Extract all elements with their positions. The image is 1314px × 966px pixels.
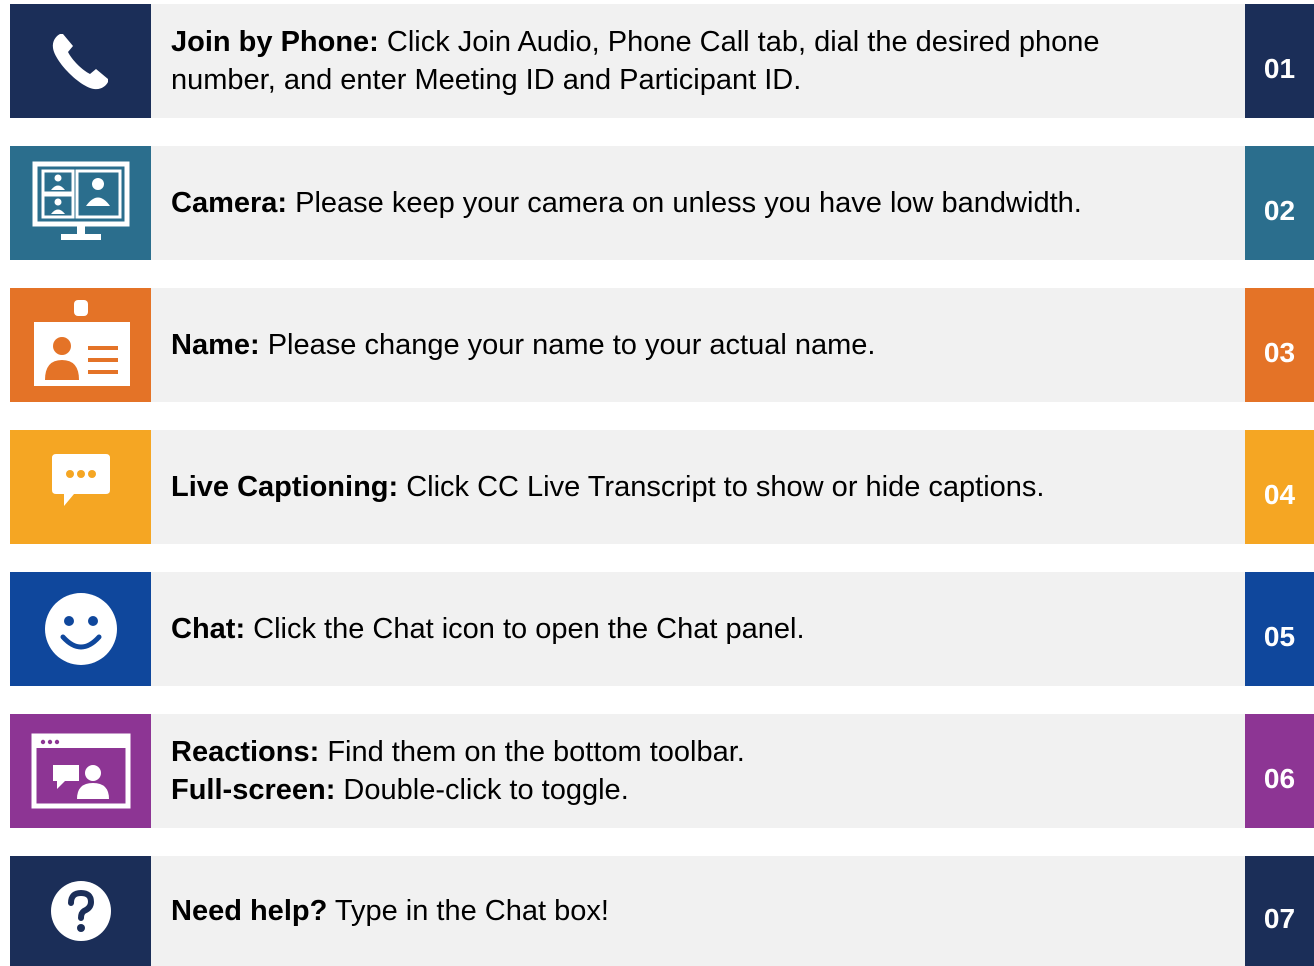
speech-bubble-icon — [51, 454, 110, 506]
text-line: Join by Phone: Click Join Audio, Phone C… — [171, 26, 1100, 58]
text-line: Need help? Type in the Chat box! — [171, 895, 609, 927]
step-number: 01 — [1245, 4, 1314, 118]
icon-panel — [10, 714, 151, 828]
item-text: Name: Please change your name to your ac… — [151, 288, 1245, 402]
id-badge-icon — [33, 300, 130, 386]
item-row-camera: Camera: Please keep your camera on unles… — [10, 146, 1314, 260]
step-number: 02 — [1245, 146, 1314, 260]
video-gallery-icon — [32, 161, 129, 240]
item-row-captioning: Live Captioning: Click CC Live Transcrip… — [10, 430, 1314, 544]
step-number: 05 — [1245, 572, 1314, 686]
icon-panel — [10, 288, 151, 402]
icon-panel — [10, 146, 151, 260]
item-row-chat: Chat: Click the Chat icon to open the Ch… — [10, 572, 1314, 686]
text-line: Chat: Click the Chat icon to open the Ch… — [171, 613, 805, 645]
icon-panel — [10, 856, 151, 966]
item-row-phone: Join by Phone: Click Join Audio, Phone C… — [10, 4, 1314, 118]
item-text: Need help? Type in the Chat box! — [151, 856, 1245, 966]
step-number: 07 — [1245, 856, 1314, 966]
text-line: number, and enter Meeting ID and Partici… — [171, 64, 802, 96]
text-line: Reactions: Find them on the bottom toolb… — [171, 736, 745, 768]
item-text: Live Captioning: Click CC Live Transcrip… — [151, 430, 1245, 544]
icon-panel — [10, 430, 151, 544]
text-line: Camera: Please keep your camera on unles… — [171, 187, 1082, 219]
text-line: Name: Please change your name to your ac… — [171, 329, 876, 361]
item-row-name: Name: Please change your name to your ac… — [10, 288, 1314, 402]
item-text: Chat: Click the Chat icon to open the Ch… — [151, 572, 1245, 686]
icon-panel — [10, 572, 151, 686]
item-row-help: Need help? Type in the Chat box! 07 — [10, 856, 1314, 966]
step-number: 06 — [1245, 714, 1314, 828]
item-text: Join by Phone: Click Join Audio, Phone C… — [151, 4, 1245, 118]
item-text: Reactions: Find them on the bottom toolb… — [151, 714, 1245, 828]
step-number: 04 — [1245, 430, 1314, 544]
screen-share-icon — [31, 733, 130, 809]
text-line: Live Captioning: Click CC Live Transcrip… — [171, 471, 1045, 503]
question-icon — [50, 881, 111, 941]
phone-icon — [52, 34, 108, 90]
step-number: 03 — [1245, 288, 1314, 402]
text-line: Full-screen: Double-click to toggle. — [171, 774, 629, 806]
smiley-icon — [44, 593, 117, 665]
item-text: Camera: Please keep your camera on unles… — [151, 146, 1245, 260]
icon-panel — [10, 4, 151, 118]
item-row-reactions: Reactions: Find them on the bottom toolb… — [10, 714, 1314, 828]
